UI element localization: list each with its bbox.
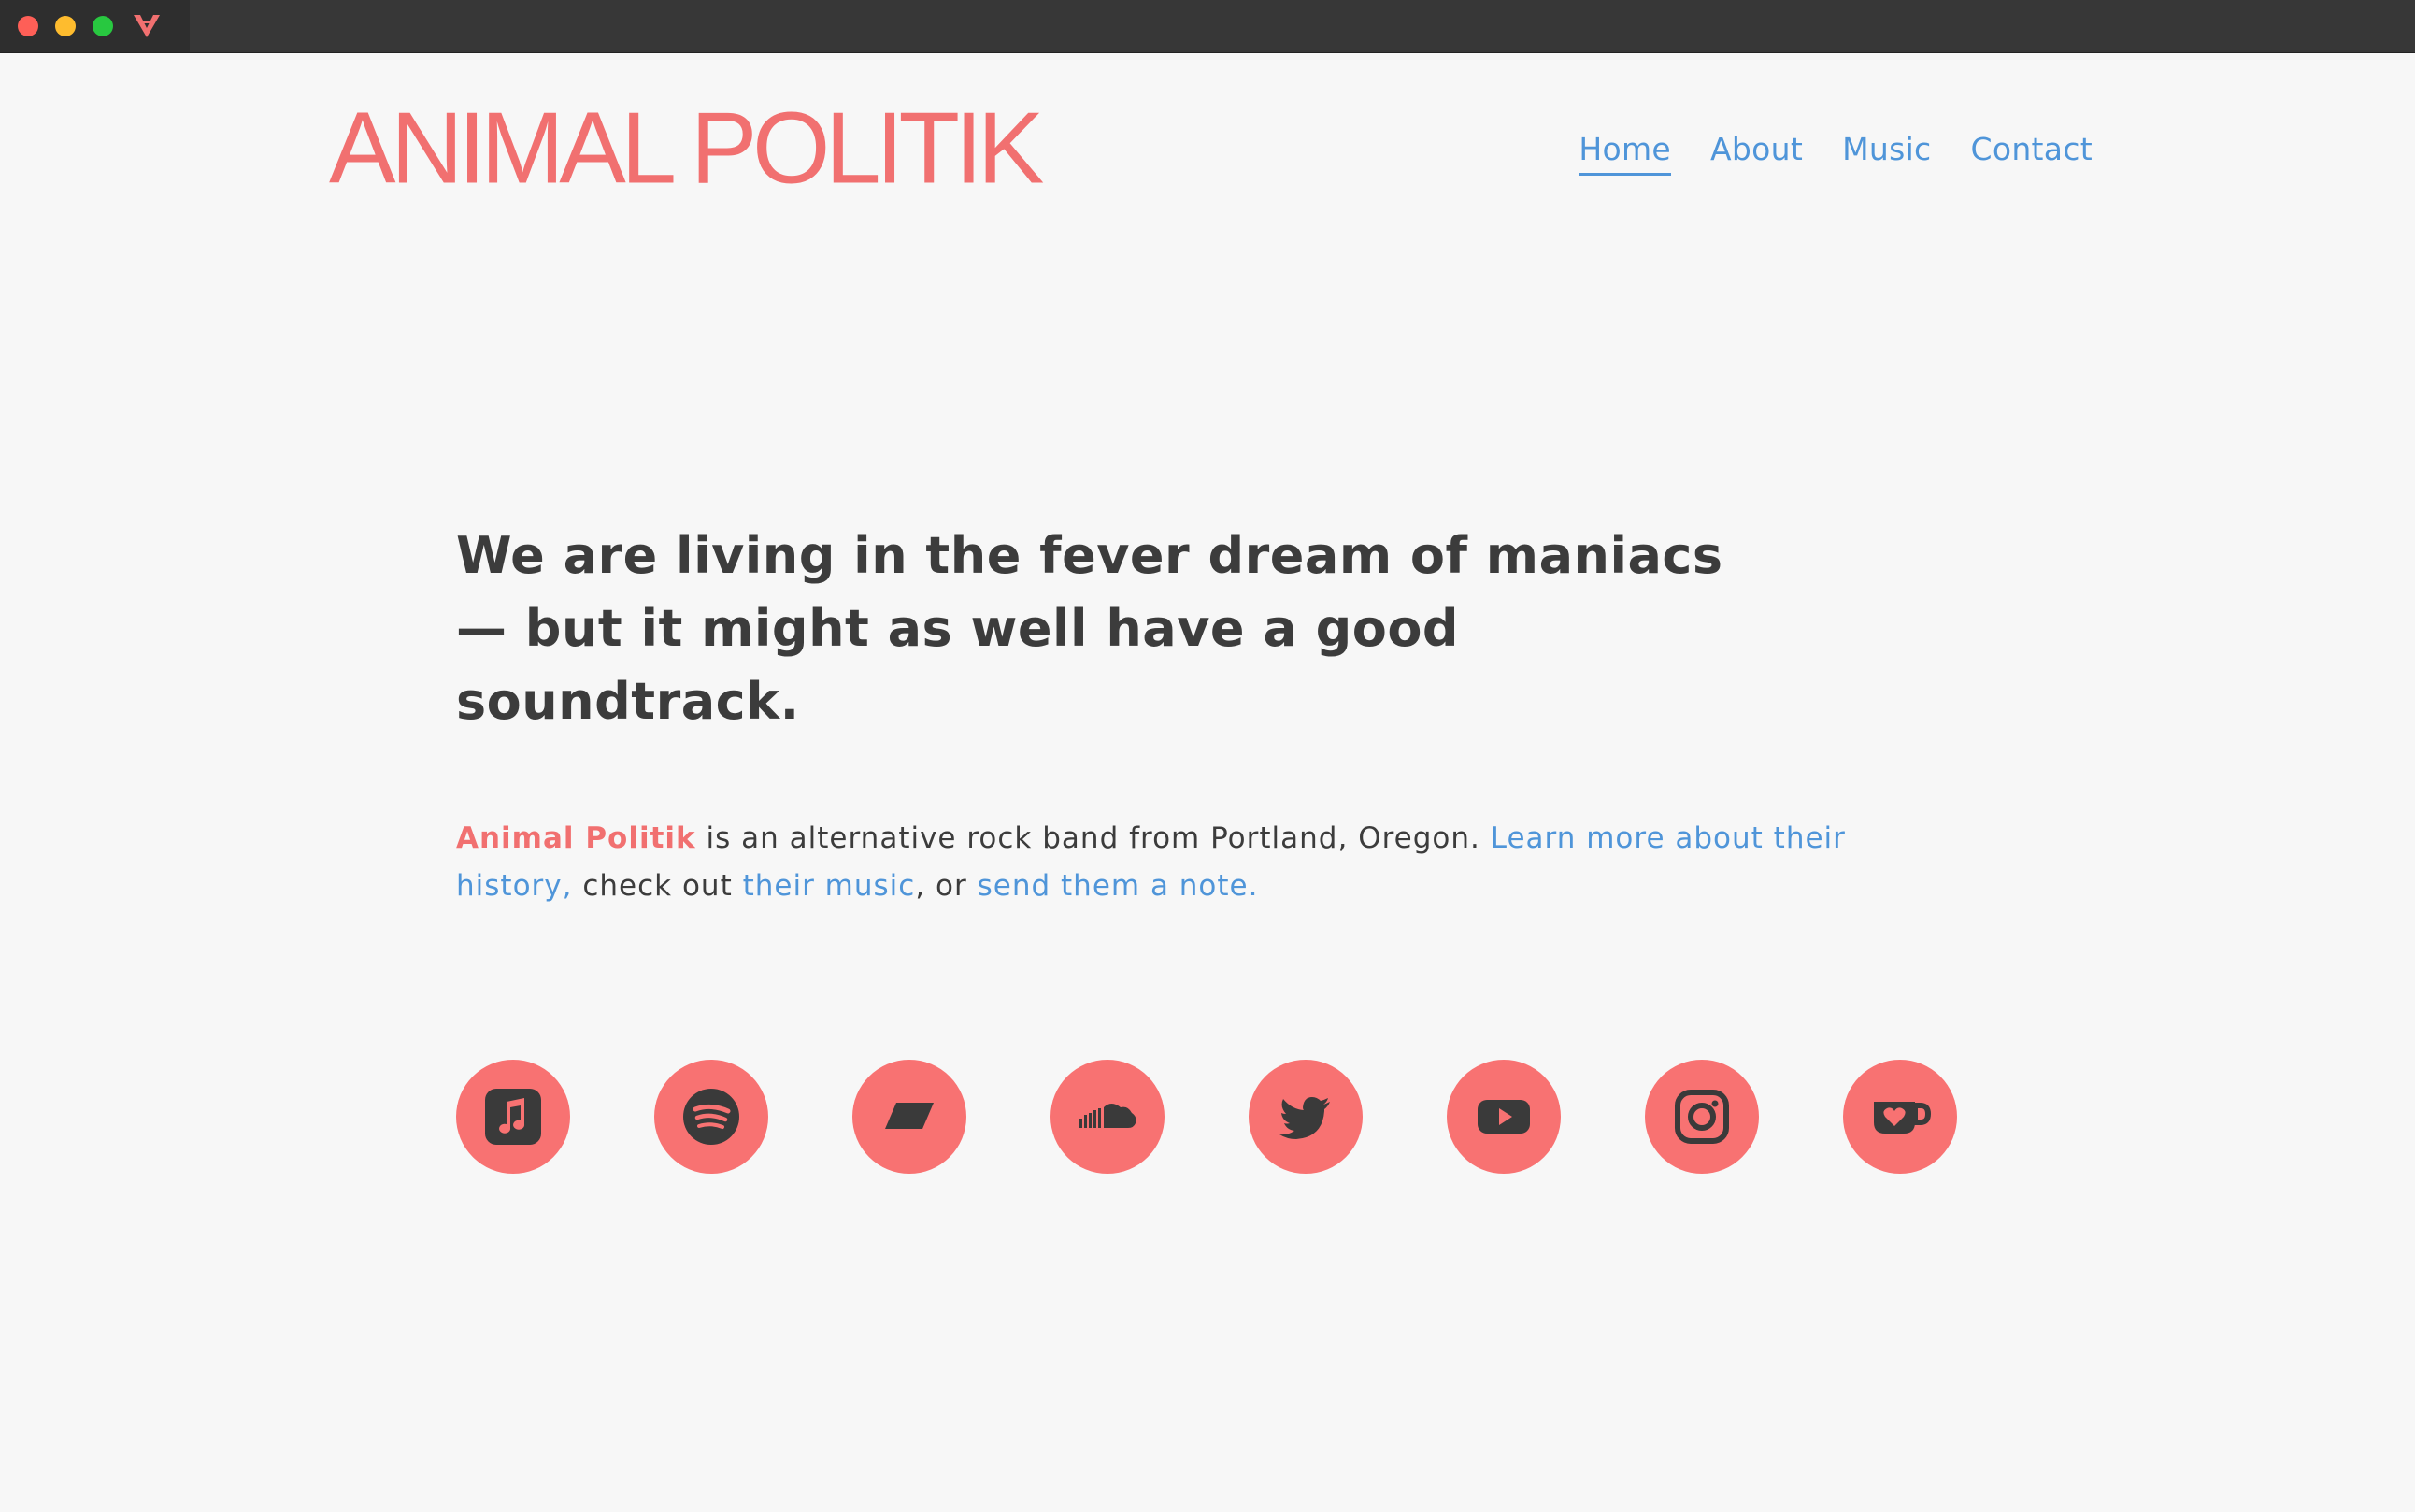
soundcloud-link[interactable] bbox=[1050, 1060, 1165, 1174]
minimize-window-button[interactable] bbox=[55, 16, 76, 36]
headline-line-1: We are living in the fever dream of mani… bbox=[456, 526, 1723, 585]
bandcamp-link[interactable] bbox=[852, 1060, 966, 1174]
music-link[interactable]: their music bbox=[743, 869, 916, 903]
browser-titlebar bbox=[0, 0, 2415, 53]
kofi-icon bbox=[1874, 1102, 1932, 1134]
contact-link[interactable]: send them a note. bbox=[978, 869, 1259, 903]
youtube-icon bbox=[1478, 1100, 1530, 1134]
site-logo[interactable]: ANIMAL POLITIK bbox=[329, 103, 1058, 206]
youtube-link[interactable] bbox=[1447, 1060, 1561, 1174]
hero-headline: We are living in the fever dream of mani… bbox=[456, 520, 1783, 738]
soundcloud-icon bbox=[1079, 1104, 1136, 1128]
nav-music-link[interactable]: Music bbox=[1842, 131, 1931, 176]
intro-text-2: check out bbox=[572, 869, 743, 903]
nav-contact-link[interactable]: Contact bbox=[1971, 131, 2093, 176]
twitter-icon bbox=[1279, 1097, 1330, 1139]
spotify-icon bbox=[683, 1089, 739, 1145]
apple-music-link[interactable] bbox=[456, 1060, 570, 1174]
instagram-link[interactable] bbox=[1645, 1060, 1759, 1174]
band-name: Animal Politik bbox=[456, 821, 696, 855]
kofi-link[interactable] bbox=[1843, 1060, 1957, 1174]
spotify-link[interactable] bbox=[654, 1060, 768, 1174]
social-links bbox=[456, 1060, 1957, 1174]
instagram-icon bbox=[1675, 1090, 1729, 1144]
close-window-button[interactable] bbox=[18, 16, 38, 36]
svg-text:ANIMAL POLITIK: ANIMAL POLITIK bbox=[329, 103, 1044, 205]
nav-about-link[interactable]: About bbox=[1710, 131, 1803, 176]
intro-text-1: is an alternative rock band from Portlan… bbox=[695, 821, 1491, 855]
main-nav: Home About Music Contact bbox=[1579, 131, 2093, 176]
apple-music-icon bbox=[485, 1089, 541, 1145]
intro-paragraph: Animal Politik is an alternative rock ba… bbox=[456, 815, 1970, 910]
site-favicon-icon bbox=[134, 15, 160, 37]
nav-home-link[interactable]: Home bbox=[1579, 131, 1672, 176]
intro-text-3: , or bbox=[915, 869, 978, 903]
browser-tab[interactable] bbox=[0, 0, 190, 52]
headline-line-3: soundtrack. bbox=[456, 672, 800, 731]
twitter-link[interactable] bbox=[1249, 1060, 1363, 1174]
maximize-window-button[interactable] bbox=[93, 16, 113, 36]
bandcamp-icon bbox=[885, 1103, 934, 1129]
headline-line-2: — but it might as well have a good bbox=[456, 599, 1460, 658]
